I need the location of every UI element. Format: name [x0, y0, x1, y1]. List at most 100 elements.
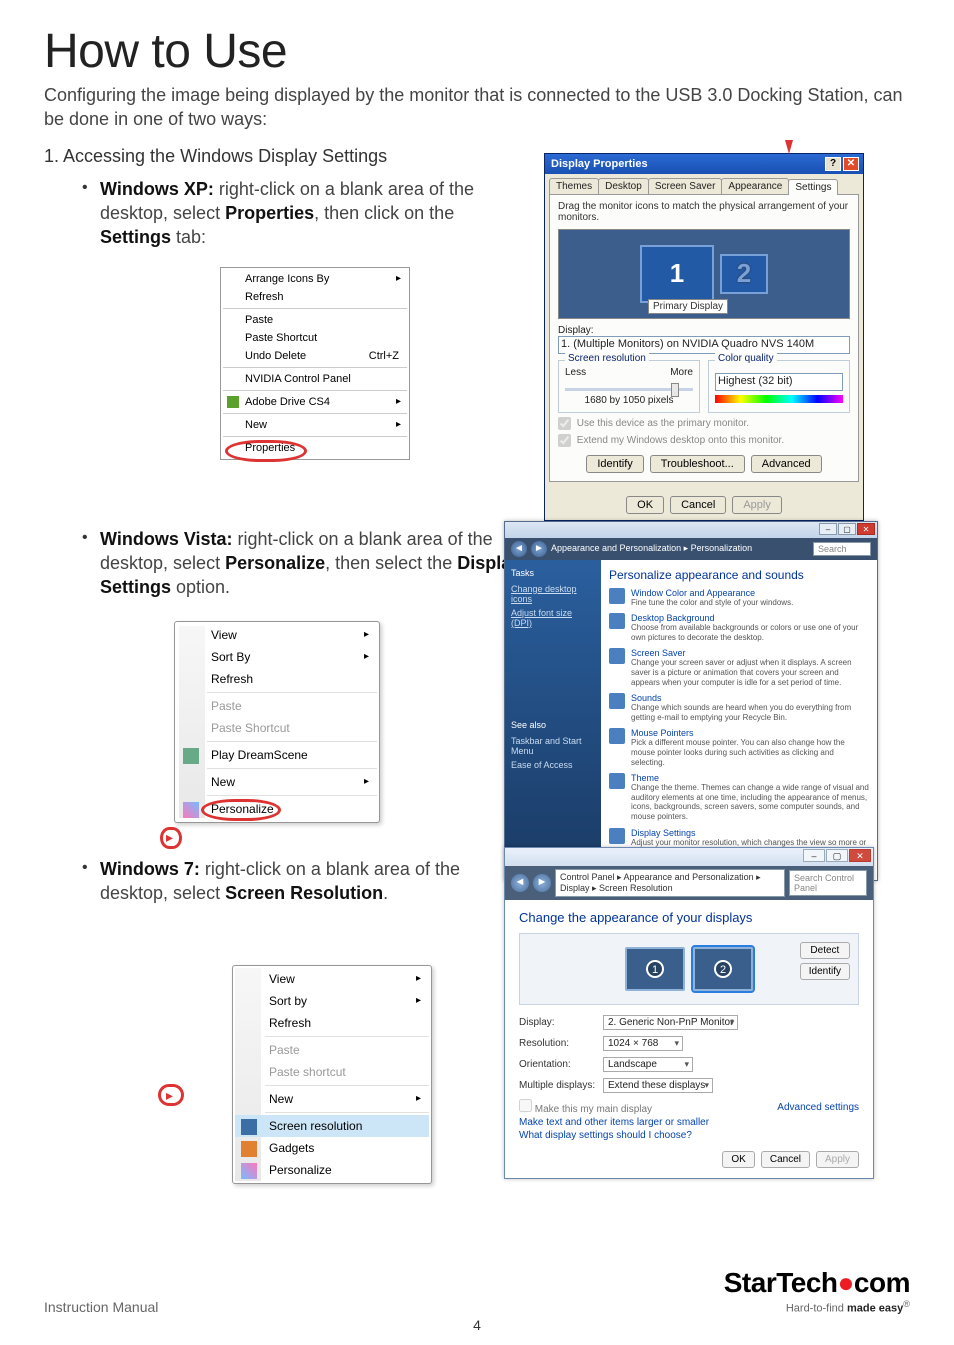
vista-text-2: , then select the: [325, 553, 457, 573]
vista-heading: Personalize appearance and sounds: [609, 568, 869, 582]
tab-screensaver[interactable]: Screen Saver: [648, 178, 723, 194]
w7-context-menu: View Sort by Refresh Paste Paste shortcu…: [232, 965, 432, 1184]
vista-item-2[interactable]: Screen SaverChange your screen saver or …: [609, 648, 869, 687]
xp-menu-adobe[interactable]: Adobe Drive CS4: [223, 393, 407, 411]
w7-menu-refresh[interactable]: Refresh: [235, 1012, 429, 1034]
w7-menu-paste-shortcut[interactable]: Paste shortcut: [235, 1061, 429, 1083]
w7-monitor-2[interactable]: 2: [693, 947, 753, 991]
vista-item-desc: Change the theme. Themes can change a wi…: [631, 783, 869, 821]
apply-button[interactable]: Apply: [732, 496, 782, 514]
xp-text-2: , then click on the: [314, 203, 454, 223]
minimize-icon[interactable]: –: [819, 523, 837, 535]
vista-search-input[interactable]: Search: [813, 542, 871, 556]
cancel-button[interactable]: Cancel: [670, 496, 726, 514]
w7-monitor-1[interactable]: 1: [625, 947, 685, 991]
xp-monitor-area[interactable]: 1 2 Primary Display: [558, 229, 850, 319]
xp-menu-refresh[interactable]: Refresh: [223, 288, 407, 306]
help-icon[interactable]: ?: [825, 157, 841, 171]
close-icon[interactable]: ✕: [843, 157, 859, 171]
vista-text-3: option.: [171, 577, 230, 597]
vista-main-panel: Personalize appearance and sounds Window…: [601, 560, 877, 881]
xp-chk-primary[interactable]: Use this device as the primary monitor.: [558, 417, 850, 430]
tab-desktop[interactable]: Desktop: [598, 178, 649, 194]
vista-item-4[interactable]: Mouse PointersPick a different mouse poi…: [609, 728, 869, 767]
back-icon[interactable]: ◄: [511, 874, 529, 892]
vista-item-0[interactable]: Window Color and AppearanceFine tune the…: [609, 588, 869, 608]
w7-menu-new[interactable]: New: [235, 1088, 429, 1110]
logo-text-b: com: [854, 1267, 910, 1298]
ok-button[interactable]: OK: [722, 1151, 754, 1168]
w7-menu-screenres[interactable]: Screen resolution: [235, 1115, 429, 1137]
xp-monitor-2[interactable]: 2: [720, 254, 768, 294]
vista-item-5[interactable]: ThemeChange the theme. Themes can change…: [609, 773, 869, 821]
w7-link-textsize[interactable]: Make text and other items larger or smal…: [519, 1117, 859, 1128]
identify-button[interactable]: Identify: [800, 963, 850, 980]
xp-menu-new[interactable]: New: [223, 416, 407, 434]
tab-themes[interactable]: Themes: [549, 178, 599, 194]
w7-chk-main[interactable]: Make this my main display: [519, 1099, 652, 1115]
vista-side-ease[interactable]: Ease of Access: [511, 758, 595, 772]
w7-breadcrumb[interactable]: Control Panel ▸ Appearance and Personali…: [555, 869, 785, 897]
xp-menu-nvidia[interactable]: NVIDIA Control Panel: [223, 370, 407, 388]
w7-display-select[interactable]: 2. Generic Non-PnP Monitor: [603, 1015, 738, 1030]
xp-monitor-1[interactable]: 1: [640, 245, 714, 303]
w7-orient-select[interactable]: Landscape: [603, 1057, 693, 1072]
close-icon[interactable]: ✕: [857, 523, 875, 535]
w7-res-select[interactable]: 1024 × 768: [603, 1036, 683, 1051]
w7-menu-paste[interactable]: Paste: [235, 1039, 429, 1061]
troubleshoot-button[interactable]: Troubleshoot...: [650, 455, 745, 473]
vista-menu-view[interactable]: View: [177, 624, 377, 646]
w7-menu-view[interactable]: View: [235, 968, 429, 990]
xp-chk-extend[interactable]: Extend my Windows desktop onto this moni…: [558, 434, 850, 447]
xp-menu-properties[interactable]: Properties: [223, 439, 407, 457]
vista-item-icon: [609, 693, 625, 709]
dreamscene-icon: [183, 748, 199, 764]
w7-link-advanced[interactable]: Advanced settings: [777, 1102, 859, 1113]
cancel-button[interactable]: Cancel: [761, 1151, 810, 1168]
maximize-icon[interactable]: ▢: [838, 523, 856, 535]
w7-bold-screenres: Screen Resolution: [225, 883, 383, 903]
ok-button[interactable]: OK: [626, 496, 664, 514]
w7-lbl-orient: Orientation:: [519, 1059, 603, 1070]
detect-button[interactable]: Detect: [800, 942, 850, 959]
xp-display-select[interactable]: 1. (Multiple Monitors) on NVIDIA Quadro …: [558, 336, 850, 354]
w7-menu-personalize[interactable]: Personalize: [235, 1159, 429, 1181]
vista-menu-new[interactable]: New: [177, 771, 377, 793]
vista-menu-sort[interactable]: Sort By: [177, 646, 377, 668]
apply-button[interactable]: Apply: [816, 1151, 859, 1168]
vista-menu-paste-shortcut[interactable]: Paste Shortcut: [177, 717, 377, 739]
monitor-icon: [241, 1119, 257, 1135]
forward-icon[interactable]: ►: [533, 874, 551, 892]
tab-settings[interactable]: Settings: [788, 179, 838, 195]
xp-color-select[interactable]: Highest (32 bit): [715, 373, 843, 391]
vista-menu-refresh[interactable]: Refresh: [177, 668, 377, 690]
w7-menu-sort[interactable]: Sort by: [235, 990, 429, 1012]
vista-menu-dreamscene[interactable]: Play DreamScene: [177, 744, 377, 766]
vista-side-font[interactable]: Adjust font size (DPI): [511, 606, 595, 630]
vista-item-1[interactable]: Desktop BackgroundChoose from available …: [609, 613, 869, 642]
xp-menu-arrange[interactable]: Arrange Icons By: [223, 270, 407, 288]
maximize-icon[interactable]: ▢: [826, 849, 848, 862]
forward-icon[interactable]: ►: [531, 541, 547, 557]
xp-menu-paste[interactable]: Paste: [223, 311, 407, 329]
w7-monitor-area[interactable]: 1 2 Detect Identify: [519, 933, 859, 1005]
identify-button[interactable]: Identify: [586, 455, 643, 473]
w7-menu-gadgets[interactable]: Gadgets: [235, 1137, 429, 1159]
minimize-icon[interactable]: –: [803, 849, 825, 862]
vista-side-change-icons[interactable]: Change desktop icons: [511, 582, 595, 606]
vista-menu-personalize[interactable]: Personalize: [177, 798, 377, 820]
tab-appearance[interactable]: Appearance: [721, 178, 789, 194]
w7-multi-select[interactable]: Extend these displays: [603, 1078, 713, 1093]
back-icon[interactable]: ◄: [511, 541, 527, 557]
vista-item-3[interactable]: SoundsChange which sounds are heard when…: [609, 693, 869, 722]
vista-menu-paste[interactable]: Paste: [177, 695, 377, 717]
xp-menu-paste-shortcut[interactable]: Paste Shortcut: [223, 329, 407, 347]
w7-link-what[interactable]: What display settings should I choose?: [519, 1130, 859, 1141]
advanced-button[interactable]: Advanced: [751, 455, 822, 473]
vista-side-taskbar[interactable]: Taskbar and Start Menu: [511, 734, 595, 758]
close-icon[interactable]: ✕: [849, 849, 871, 862]
xp-res-slider[interactable]: [565, 388, 693, 391]
xp-menu-undo[interactable]: Undo DeleteCtrl+Z: [223, 347, 407, 365]
vista-breadcrumb[interactable]: Appearance and Personalization ▸ Persona…: [551, 543, 752, 554]
w7-search-input[interactable]: Search Control Panel: [789, 870, 867, 896]
